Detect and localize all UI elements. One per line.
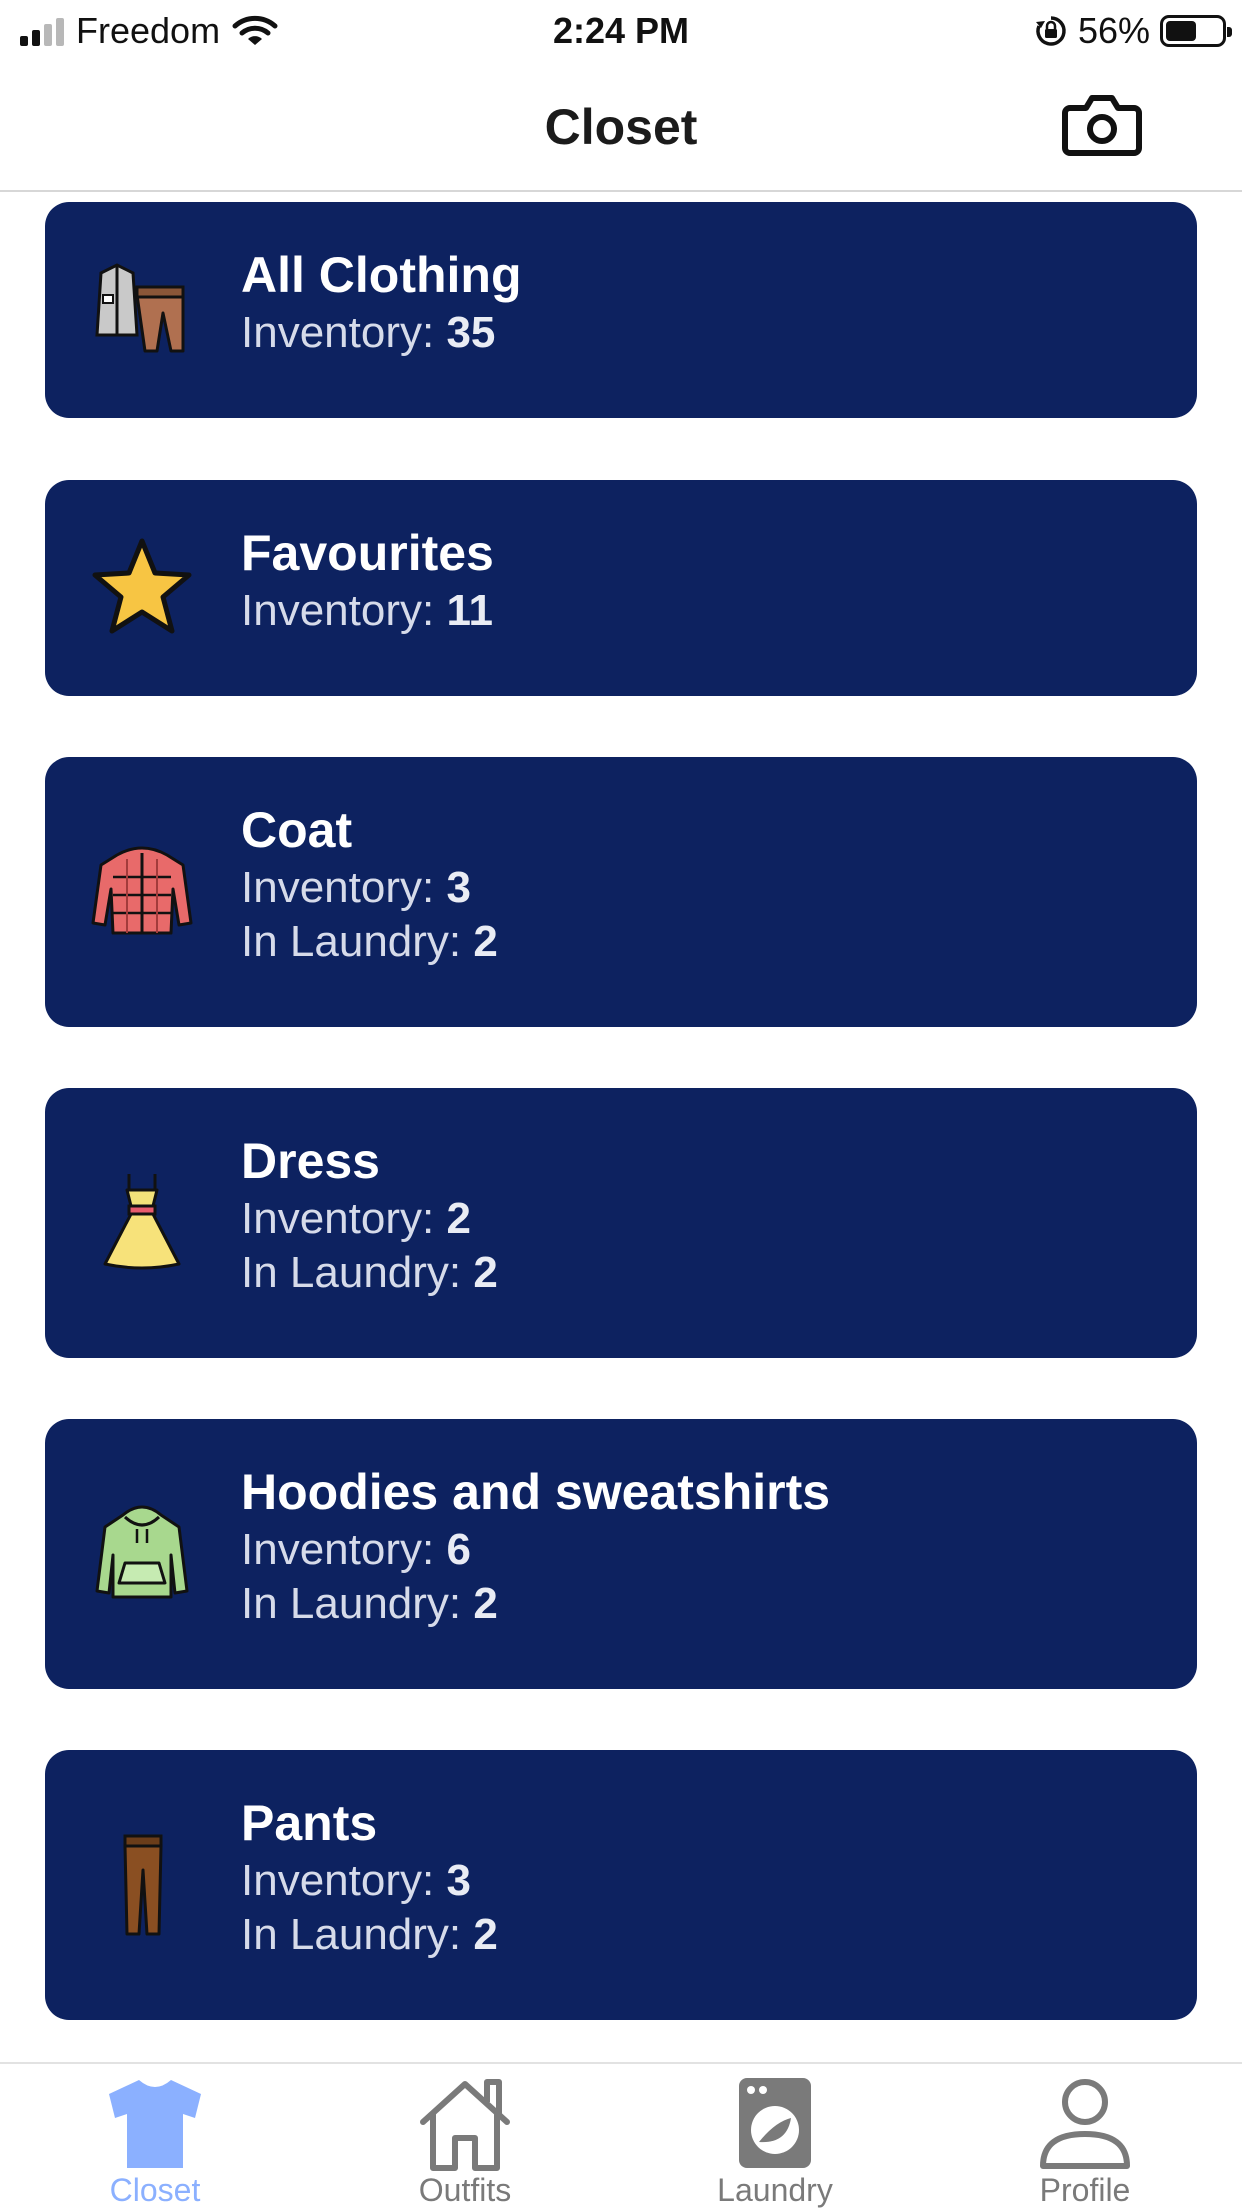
tab-label: Closet xyxy=(109,2172,201,2208)
laundry-count: 2 xyxy=(473,1579,498,1628)
clothing-set-icon xyxy=(95,263,185,353)
laundry-label: In Laundry: xyxy=(241,1248,474,1297)
battery-level-fill xyxy=(1166,21,1197,41)
card-text: Dress Inventory: 2 In Laundry: 2 xyxy=(241,1130,498,1300)
page-title: Closet xyxy=(544,99,698,155)
tab-label: Outfits xyxy=(418,2172,512,2208)
camera-icon xyxy=(1062,95,1142,156)
hoodie-icon xyxy=(95,1505,189,1599)
tab-bar: Closet Outfits Laundry Profile xyxy=(0,2062,1242,2208)
card-text: Coat Inventory: 3 In Laundry: 2 xyxy=(241,799,498,969)
laundry-label: In Laundry: xyxy=(241,1579,474,1628)
tab-label: Laundry xyxy=(717,2172,833,2208)
tab-laundry[interactable]: Laundry xyxy=(620,2064,930,2208)
tshirt-icon xyxy=(109,2078,201,2168)
washing-machine-icon xyxy=(739,2078,811,2168)
tab-outfits[interactable]: Outfits xyxy=(310,2064,620,2208)
category-card-coat[interactable]: Coat Inventory: 3 In Laundry: 2 xyxy=(45,757,1197,1027)
category-title: Favourites xyxy=(241,525,494,581)
status-right: 56% xyxy=(1034,10,1232,52)
category-title: All Clothing xyxy=(241,247,522,303)
inventory-label: Inventory: xyxy=(241,863,447,912)
card-text: Favourites Inventory: 11 xyxy=(241,522,494,638)
category-card-all-clothing[interactable]: All Clothing Inventory: 35 xyxy=(45,202,1197,418)
inventory-line: Inventory: 35 xyxy=(241,306,522,360)
inventory-line: Inventory: 6 xyxy=(241,1523,830,1577)
category-title: Dress xyxy=(241,1133,380,1189)
category-title: Hoodies and sweatshirts xyxy=(241,1464,831,1520)
category-title: Coat xyxy=(241,802,353,858)
inventory-count: 2 xyxy=(446,1194,471,1243)
tab-closet[interactable]: Closet xyxy=(0,2064,310,2208)
inventory-line: Inventory: 2 xyxy=(241,1192,498,1246)
laundry-line: In Laundry: 2 xyxy=(241,915,498,969)
inventory-label: Inventory: xyxy=(241,1856,447,1905)
laundry-label: In Laundry: xyxy=(241,1910,474,1959)
category-card-dress[interactable]: Dress Inventory: 2 In Laundry: 2 xyxy=(45,1088,1197,1358)
laundry-label: In Laundry: xyxy=(241,917,474,966)
inventory-label: Inventory: xyxy=(241,1525,447,1574)
star-icon xyxy=(92,538,192,634)
tab-label: Profile xyxy=(1039,2172,1131,2208)
battery-percent: 56% xyxy=(1077,10,1150,51)
inventory-line: Inventory: 3 xyxy=(241,861,498,915)
card-text: Pants Inventory: 3 In Laundry: 2 xyxy=(241,1792,498,1962)
camera-button[interactable] xyxy=(1062,92,1142,156)
inventory-count: 35 xyxy=(446,308,496,357)
status-bar: Freedom 2:24 PM 56% xyxy=(0,0,1242,62)
category-title: Pants xyxy=(241,1795,378,1851)
laundry-line: In Laundry: 2 xyxy=(241,1246,498,1300)
card-text: Hoodies and sweatshirts Inventory: 6 In … xyxy=(241,1461,830,1631)
category-card-pants[interactable]: Pants Inventory: 3 In Laundry: 2 xyxy=(45,1750,1197,2020)
laundry-count: 2 xyxy=(473,1910,498,1959)
puffer-coat-icon xyxy=(91,846,193,935)
laundry-line: In Laundry: 2 xyxy=(241,1577,830,1631)
category-card-favourites[interactable]: Favourites Inventory: 11 xyxy=(45,480,1197,696)
inventory-line: Inventory: 11 xyxy=(241,584,494,638)
inventory-count: 11 xyxy=(446,586,493,635)
tab-profile[interactable]: Profile xyxy=(930,2064,1240,2208)
person-icon xyxy=(1040,2079,1130,2169)
inventory-count: 3 xyxy=(446,1856,471,1905)
category-card-hoodies-and-sweatshirts[interactable]: Hoodies and sweatshirts Inventory: 6 In … xyxy=(45,1419,1197,1689)
inventory-label: Inventory: xyxy=(241,1194,447,1243)
navigation-header: Closet xyxy=(0,62,1242,192)
dress-icon xyxy=(103,1174,181,1270)
house-icon xyxy=(420,2079,510,2171)
closet-screen: Freedom 2:24 PM 56% Closet All Clothing … xyxy=(0,0,1242,2208)
inventory-count: 6 xyxy=(446,1525,471,1574)
laundry-line: In Laundry: 2 xyxy=(241,1908,498,1962)
inventory-label: Inventory: xyxy=(241,586,447,635)
pants-icon xyxy=(123,1834,163,1936)
orientation-lock-icon xyxy=(1035,16,1066,46)
laundry-count: 2 xyxy=(473,917,498,966)
card-text: All Clothing Inventory: 35 xyxy=(241,244,522,360)
battery-icon xyxy=(1160,15,1232,47)
inventory-label: Inventory: xyxy=(241,308,447,357)
laundry-count: 2 xyxy=(473,1248,498,1297)
inventory-line: Inventory: 3 xyxy=(241,1854,498,1908)
inventory-count: 3 xyxy=(446,863,471,912)
